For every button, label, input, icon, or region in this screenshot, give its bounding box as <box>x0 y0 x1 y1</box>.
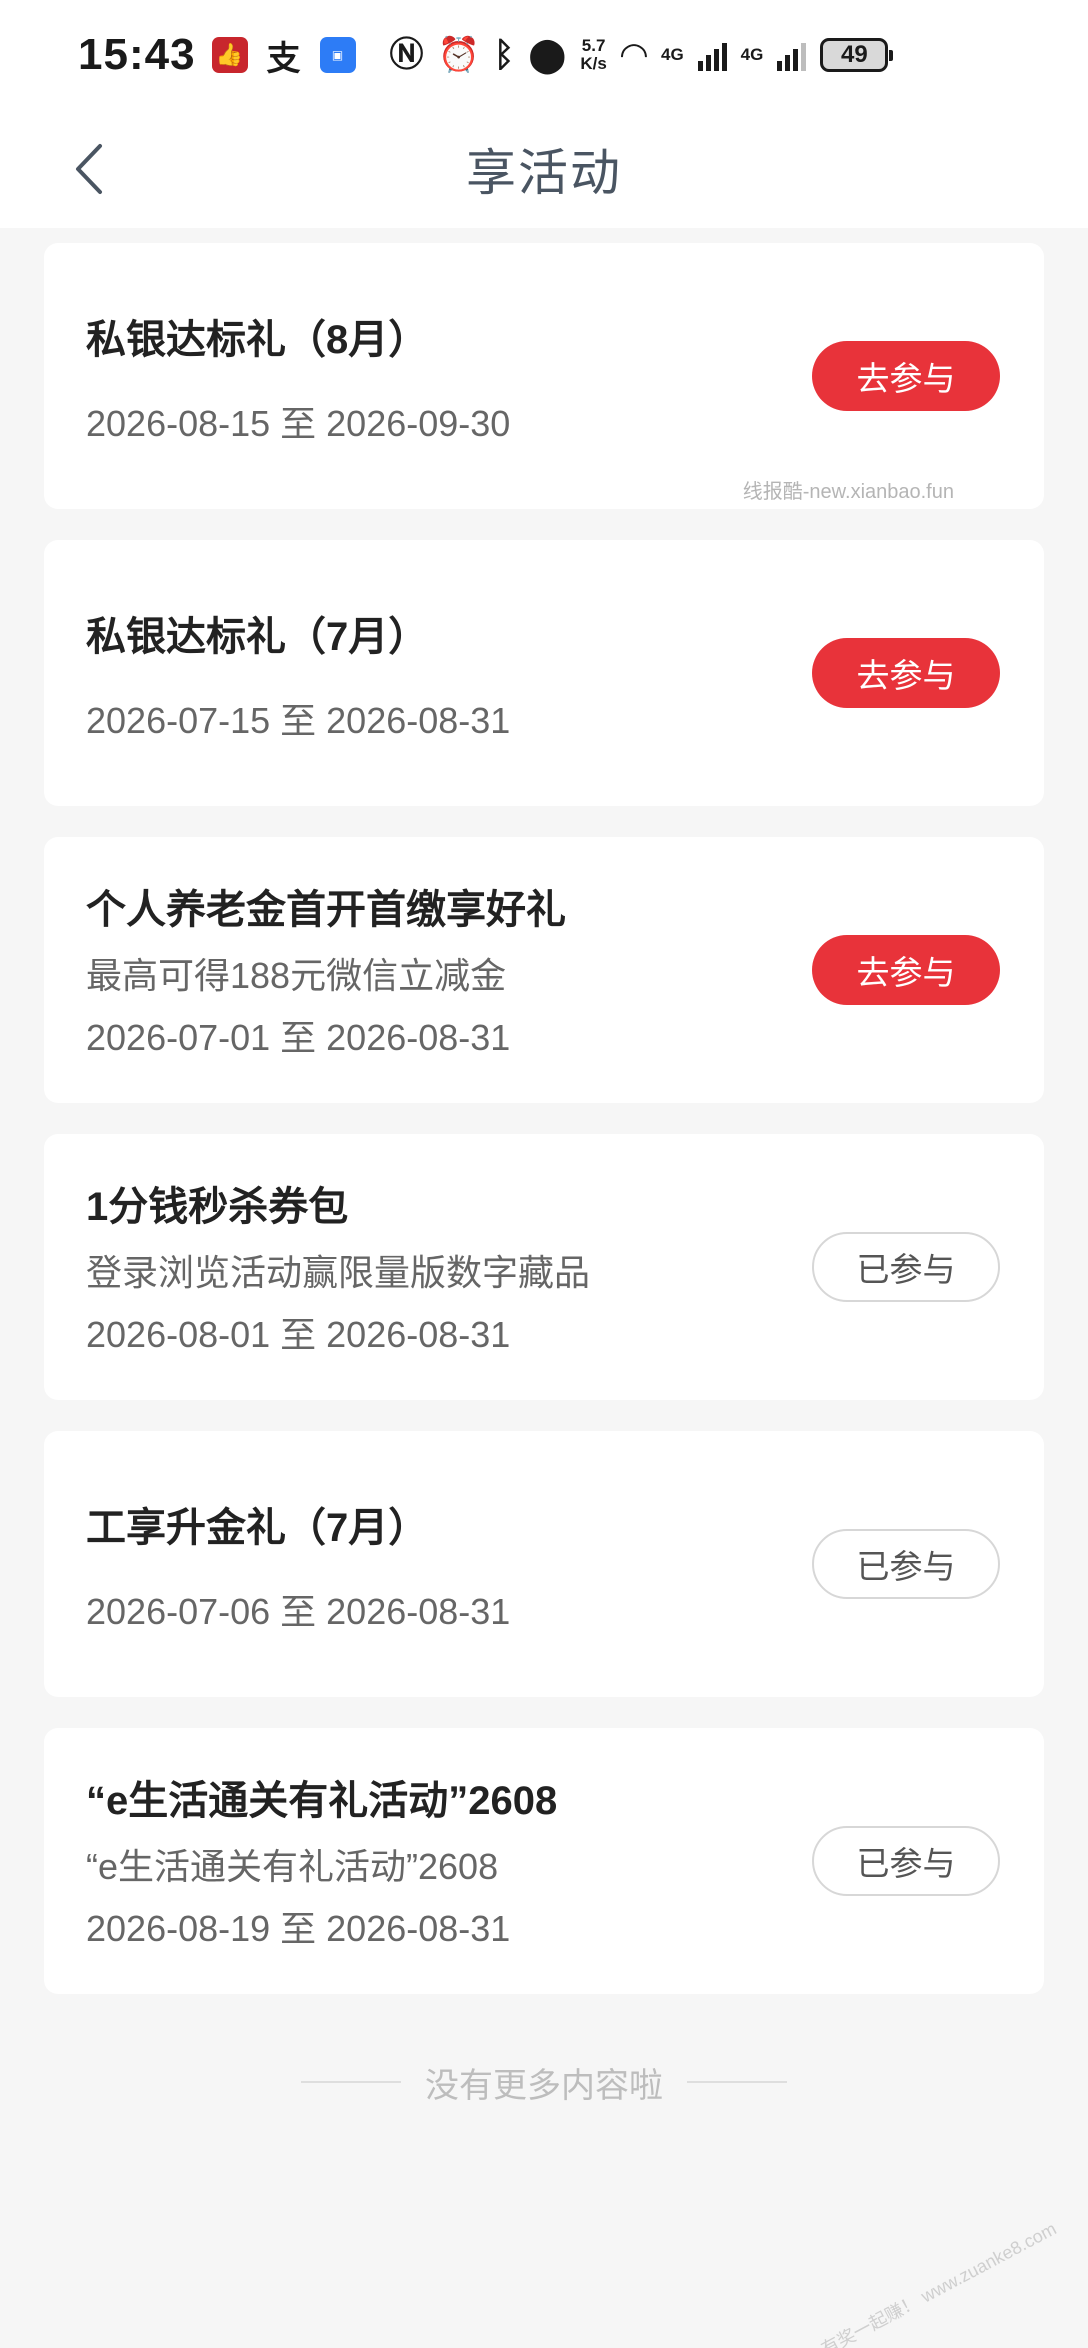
corner-watermark: 赚客吧，有奖一起赚！ www.zuanke8.com <box>754 2218 1060 2348</box>
join-button[interactable]: 去参与 <box>812 638 1000 708</box>
activity-card[interactable]: “e生活通关有礼活动”2608 “e生活通关有礼活动”2608 2026-08-… <box>44 1728 1044 1994</box>
activity-subtitle: 最高可得188元微信立减金 <box>86 955 507 996</box>
joined-button[interactable]: 已参与 <box>812 1826 1000 1896</box>
activity-card[interactable]: 工享升金礼（7月） 2026-07-06 至 2026-08-31 已参与 <box>44 1431 1044 1697</box>
back-button[interactable] <box>64 138 114 200</box>
activity-card[interactable]: 私银达标礼（7月） 2026-07-15 至 2026-08-31 去参与 <box>44 540 1044 806</box>
no-more-content-text: 没有更多内容啦 <box>425 2066 663 2105</box>
activity-card[interactable]: 个人养老金首开首缴享好礼 最高可得188元微信立减金 2026-07-01 至 … <box>44 837 1044 1103</box>
activity-card[interactable]: 私银达标礼（8月） 2026-08-15 至 2026-09-30 去参与 线报… <box>44 243 1044 509</box>
joined-button[interactable]: 已参与 <box>812 1232 1000 1302</box>
thumbs-up-app-icon: 👍 <box>211 37 248 73</box>
alarm-icon: ⏰ <box>437 36 480 74</box>
divider-left <box>301 2081 401 2083</box>
location-icon: ⬤ <box>528 36 567 74</box>
activity-title: “e生活通关有礼活动”2608 <box>86 1779 558 1823</box>
activity-title: 个人养老金首开首缴享好礼 <box>86 888 566 932</box>
network-speed: 5.7 K/s <box>580 36 607 73</box>
activity-date-range: 2026-08-19 至 2026-08-31 <box>86 1908 511 1949</box>
wifi-icon: ◠ <box>620 36 647 74</box>
activity-date-range: 2026-07-01 至 2026-08-31 <box>86 1017 511 1058</box>
nfc-icon: Ⓝ <box>389 36 424 74</box>
bluetooth-icon: ᛒ <box>493 36 515 74</box>
activity-subtitle: “e生活通关有礼活动”2608 <box>86 1846 499 1887</box>
activity-title: 工享升金礼（7月） <box>86 1506 429 1550</box>
page-header: 享活动 <box>0 110 1088 228</box>
activity-title: 1分钱秒杀券包 <box>86 1185 349 1229</box>
status-bar: 15:43 👍 支 ▣ Ⓝ ⏰ ᛒ ⬤ 5.7 K/s ◠ 4G 4G 49 <box>0 0 1088 110</box>
status-time: 15:43 <box>78 30 196 79</box>
chevron-left-icon <box>76 144 102 194</box>
signal-icon-1 <box>697 39 727 71</box>
joined-button[interactable]: 已参与 <box>812 1529 1000 1599</box>
join-button[interactable]: 去参与 <box>812 935 1000 1005</box>
network-type-1: 4G <box>660 45 684 64</box>
divider-right <box>687 2081 787 2083</box>
page-title: 享活动 <box>466 145 622 201</box>
list-end-indicator: 没有更多内容啦 <box>0 2062 1088 2105</box>
battery-icon: 49 <box>820 38 894 72</box>
shopping-bag-app-icon: ▣ <box>319 37 356 73</box>
status-icons: Ⓝ ⏰ ᛒ ⬤ 5.7 K/s ◠ 4G 4G 49 <box>389 36 894 74</box>
signal-icon-2 <box>777 39 807 71</box>
activity-title: 私银达标礼（8月） <box>86 318 429 362</box>
activity-date-range: 2026-07-15 至 2026-08-31 <box>86 700 511 741</box>
activity-date-range: 2026-08-01 至 2026-08-31 <box>86 1314 511 1355</box>
activity-subtitle: 登录浏览活动赢限量版数字藏品 <box>86 1252 591 1293</box>
activity-title: 私银达标礼（7月） <box>86 615 429 659</box>
alipay-icon: 支 <box>266 39 301 78</box>
activity-date-range: 2026-08-15 至 2026-09-30 <box>86 403 511 444</box>
activity-date-range: 2026-07-06 至 2026-08-31 <box>86 1591 511 1632</box>
watermark-text: 线报酷-new.xianbao.fun <box>742 481 954 503</box>
network-type-2: 4G <box>740 45 764 64</box>
join-button[interactable]: 去参与 <box>812 341 1000 411</box>
activity-card[interactable]: 1分钱秒杀券包 登录浏览活动赢限量版数字藏品 2026-08-01 至 2026… <box>44 1134 1044 1400</box>
